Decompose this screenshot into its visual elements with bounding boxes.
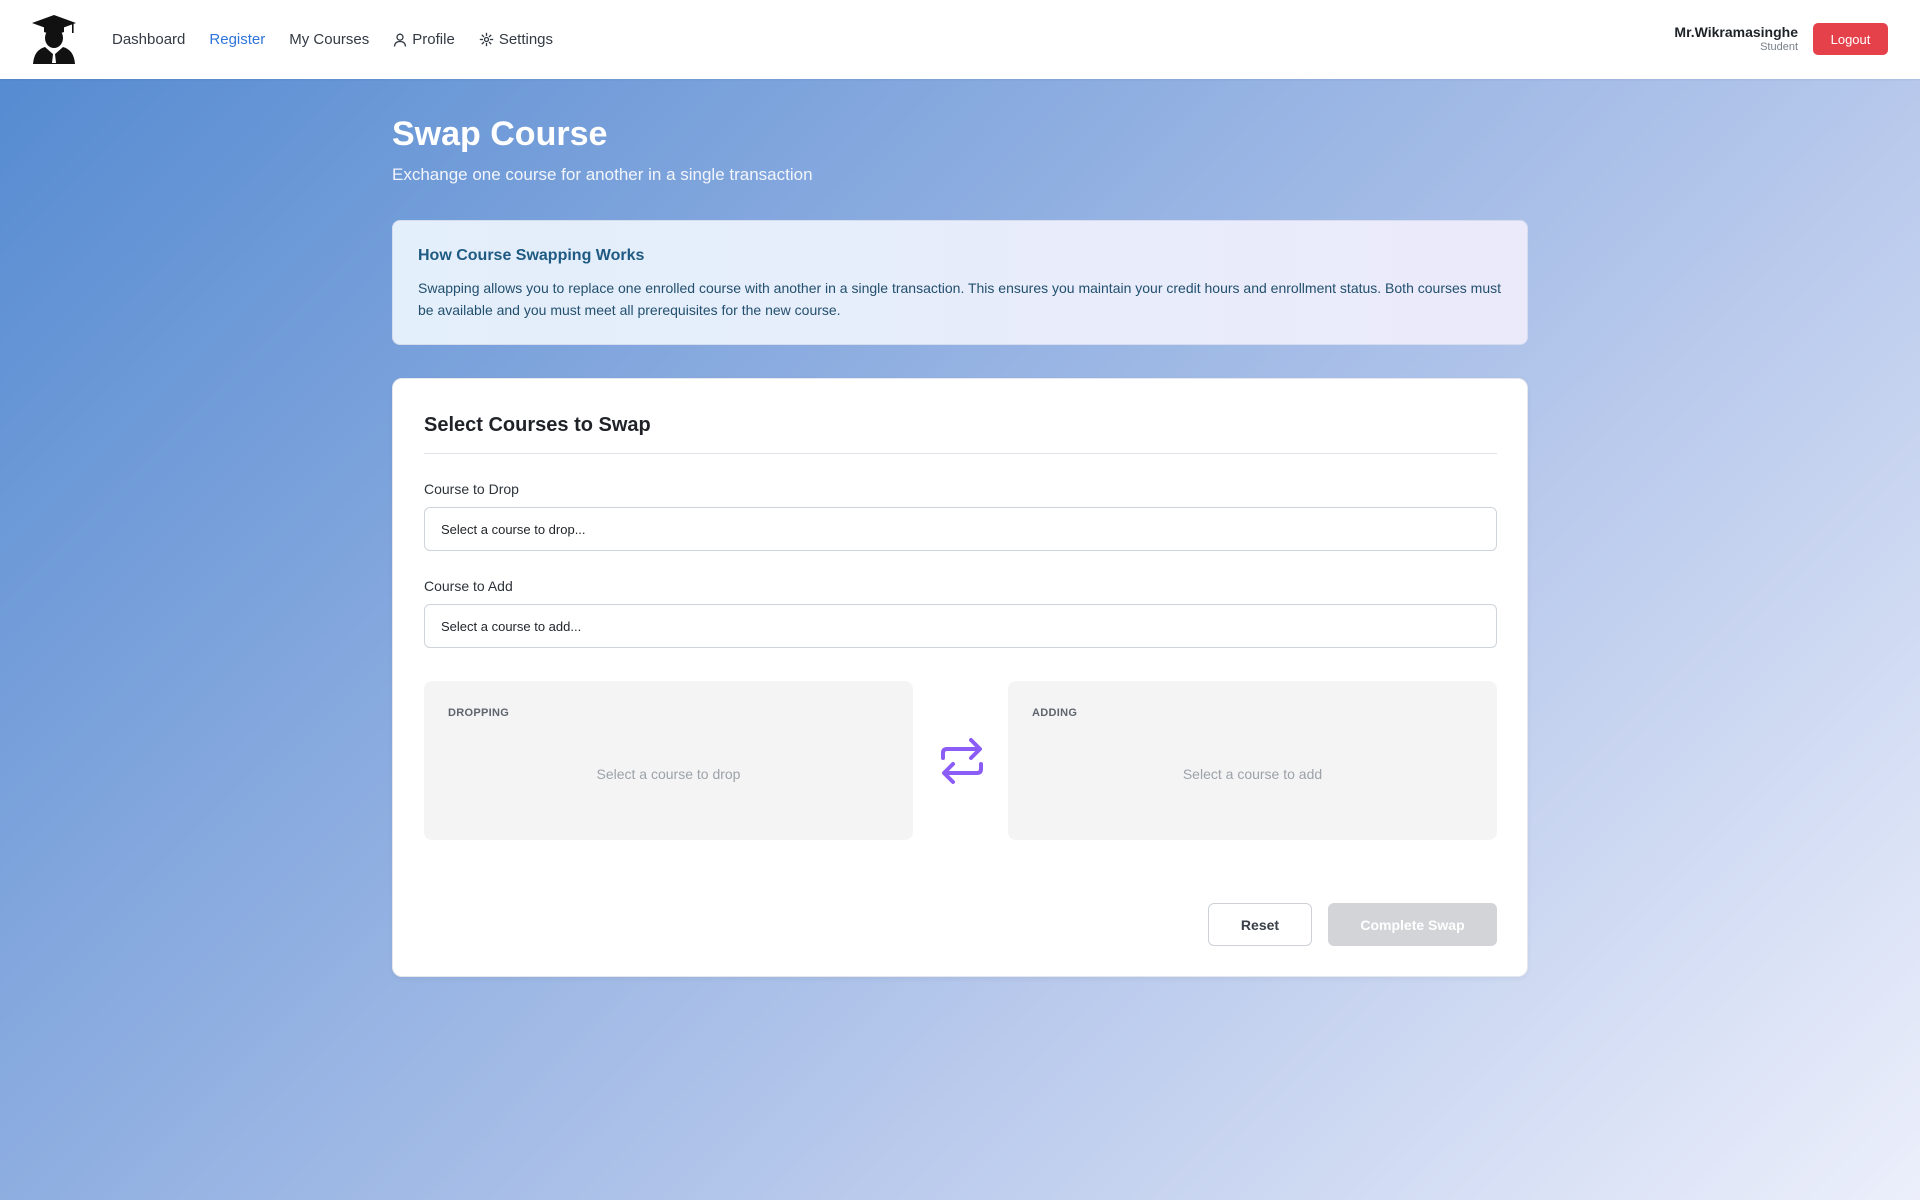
- main-nav: Dashboard Register My Courses Profile Se…: [112, 0, 577, 79]
- info-text: Swapping allows you to replace one enrol…: [418, 280, 1501, 318]
- swap-form-card: Select Courses to Swap Course to Drop Se…: [392, 378, 1528, 977]
- user-icon: [394, 33, 407, 47]
- user-info: Mr.Wikramasinghe Student: [1674, 24, 1798, 54]
- page-title: Swap Course: [392, 115, 608, 153]
- top-nav-bar: Dashboard Register My Courses Profile Se…: [0, 0, 1920, 79]
- course-to-add-value: Select a course to add...: [441, 618, 582, 634]
- nav-profile-label: Profile: [412, 31, 455, 48]
- logout-button[interactable]: Logout: [1813, 23, 1888, 55]
- dropping-panel: DROPPING Select a course to drop: [424, 681, 913, 840]
- nav-profile[interactable]: Profile: [393, 31, 455, 48]
- course-to-add-label: Course to Add: [424, 578, 513, 594]
- dropping-label: DROPPING: [448, 707, 510, 719]
- card-title: Select Courses to Swap: [424, 414, 651, 436]
- course-to-add-select[interactable]: Select a course to add...: [424, 604, 1497, 648]
- settings-icon: [479, 32, 494, 47]
- nav-my-courses[interactable]: My Courses: [289, 31, 369, 48]
- adding-panel: ADDING Select a course to add: [1008, 681, 1497, 840]
- graduate-logo-icon[interactable]: [31, 14, 77, 64]
- swap-arrows-icon: [941, 738, 983, 784]
- nav-settings[interactable]: Settings: [479, 31, 553, 48]
- nav-register[interactable]: Register: [209, 31, 265, 48]
- complete-swap-button[interactable]: Complete Swap: [1328, 903, 1497, 946]
- nav-dashboard[interactable]: Dashboard: [112, 31, 185, 48]
- dropping-empty-text: Select a course to drop: [596, 766, 741, 782]
- adding-label: ADDING: [1032, 707, 1078, 719]
- reset-button[interactable]: Reset: [1208, 903, 1312, 946]
- info-box: How Course Swapping Works Swapping allow…: [392, 220, 1528, 345]
- course-to-drop-value: Select a course to drop...: [441, 521, 586, 537]
- page-subtitle: Exchange one course for another in a sin…: [392, 165, 813, 184]
- nav-settings-label: Settings: [498, 31, 554, 48]
- course-to-drop-select[interactable]: Select a course to drop...: [424, 507, 1497, 551]
- divider: [424, 453, 1497, 454]
- info-title: How Course Swapping Works: [418, 247, 645, 264]
- adding-empty-text: Select a course to add: [1182, 766, 1323, 782]
- user-role: Student: [1760, 41, 1798, 53]
- user-name: Mr.Wikramasinghe: [1674, 24, 1798, 40]
- course-to-drop-label: Course to Drop: [424, 481, 519, 497]
